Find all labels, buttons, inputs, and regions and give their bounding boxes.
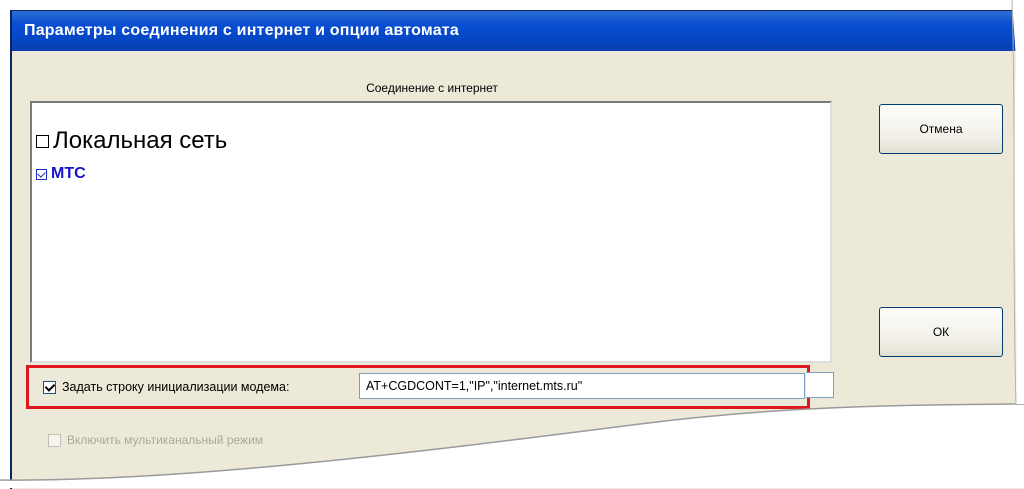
checkbox-unchecked-icon[interactable] [36,134,49,148]
local-network-label: Локальная сеть [53,127,228,154]
connection-settings-dialog: Параметры соединения с интернет и опции … [10,10,1024,489]
multichannel-label: Включить мультиканальный режим [67,433,264,447]
mts-label: МТС [51,165,86,182]
multichannel-checkbox[interactable] [48,433,61,447]
modem-init-highlight: Задать строку инициализации модема: AT+C… [26,365,810,409]
window-title: Параметры соединения с интернет и опции … [24,22,459,39]
multichannel-row: Включить мультиканальный режим [48,433,263,447]
modem-init-label: Задать строку инициализации модема: [62,380,290,394]
modem-init-input[interactable]: AT+CGDCONT=1,"IP","internet.mts.ru" [359,373,805,399]
list-item-mts[interactable]: МТС [36,165,86,183]
cancel-button[interactable]: Отмена [879,104,1003,154]
checkbox-checked-icon[interactable] [36,168,47,180]
modem-init-checkbox[interactable] [43,380,56,394]
modem-init-input-tail[interactable] [806,372,834,398]
connection-listbox[interactable]: Локальная сеть МТС [30,101,832,363]
address-label: Адрес [386,458,421,472]
cancel-button-label: Отмена [919,122,963,136]
list-item-local-network[interactable]: Локальная сеть [36,127,227,155]
ok-button[interactable]: ОК [879,307,1003,357]
ok-button-label: ОК [932,325,950,339]
title-bar: Параметры соединения с интернет и опции … [12,11,1024,51]
connection-section-label: Соединение с интернет [366,81,498,95]
